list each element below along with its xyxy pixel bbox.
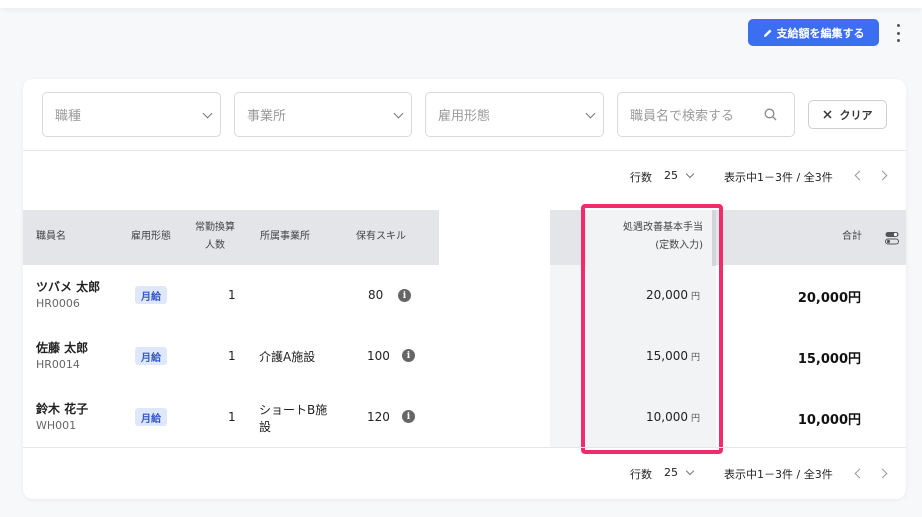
- skills-value: 80: [368, 288, 384, 302]
- header-fte: 常勤換算 人数: [195, 219, 235, 255]
- chevron-down-icon: [685, 169, 695, 179]
- header-employment-type: 雇用形態: [131, 231, 171, 242]
- total-amount: 20,000円: [797, 291, 861, 306]
- header-name: 職員名: [36, 231, 66, 242]
- fte-value: 1: [228, 349, 236, 363]
- divider: [23, 447, 906, 448]
- search-input[interactable]: 職員名で検索する: [617, 92, 795, 137]
- info-icon[interactable]: i: [398, 289, 411, 302]
- rows-value: 25: [664, 466, 678, 479]
- staff-name: 鈴木 花子: [36, 402, 89, 416]
- rows-per-page-select[interactable]: 25: [664, 169, 695, 182]
- column-settings-icon[interactable]: [885, 231, 899, 245]
- office-name-line2: 設: [259, 420, 272, 434]
- office-name-line1: ショートB施: [259, 403, 328, 417]
- search-placeholder: 職員名で検索する: [630, 109, 735, 124]
- edit-amount-label: 支給額を編集する: [776, 27, 865, 40]
- staff-code: HR0006: [36, 297, 80, 310]
- clear-label: クリア: [839, 108, 873, 122]
- office-name: 介護A施設: [259, 350, 316, 364]
- staff-table-card: 職種 事業所 雇用形態 職員名で検索する クリア 行数 25 表示中1－3件 /…: [23, 79, 906, 499]
- chevron-right-icon[interactable]: [877, 170, 888, 181]
- header-fte-line1: 常勤換算: [195, 222, 235, 233]
- highlight-frame: [581, 204, 723, 454]
- total-amount: 10,000円: [797, 413, 861, 428]
- clear-button[interactable]: クリア: [808, 100, 887, 129]
- employment-badge: 月給: [135, 286, 167, 304]
- office-select[interactable]: 事業所: [234, 92, 412, 137]
- fte-value: 1: [228, 410, 236, 424]
- staff-name: 佐藤 太郎: [36, 341, 89, 355]
- employment-badge: 月給: [135, 408, 167, 426]
- header-office: 所属事業所: [260, 231, 310, 242]
- chevron-down-icon: [393, 108, 404, 119]
- search-icon: [764, 108, 777, 121]
- skills-value: 120: [367, 410, 390, 424]
- top-bar: [0, 0, 922, 8]
- header-skills: 保有スキル: [356, 231, 406, 242]
- employment-type-select[interactable]: 雇用形態: [425, 92, 604, 137]
- range-text: 表示中1－3件 / 全3件: [724, 171, 833, 184]
- job-type-select[interactable]: 職種: [42, 92, 221, 137]
- chevron-down-icon: [685, 466, 695, 476]
- employment-badge: 月給: [135, 347, 167, 365]
- office-placeholder: 事業所: [247, 109, 287, 124]
- total-amount: 15,000円: [797, 352, 861, 367]
- kebab-menu-icon[interactable]: [893, 24, 903, 42]
- job-type-placeholder: 職種: [55, 109, 82, 124]
- rows-per-page-select[interactable]: 25: [664, 466, 695, 479]
- rows-label: 行数: [630, 171, 652, 184]
- header-fte-line2: 人数: [205, 240, 225, 251]
- skills-value: 100: [367, 349, 390, 363]
- staff-name: ツバメ 太郎: [36, 280, 101, 294]
- chevron-right-icon[interactable]: [877, 468, 888, 479]
- divider: [23, 150, 906, 151]
- rows-label: 行数: [630, 468, 652, 481]
- pencil-icon: [763, 29, 771, 37]
- edit-amount-button[interactable]: 支給額を編集する: [748, 19, 879, 46]
- rows-value: 25: [664, 169, 678, 182]
- staff-code: WH001: [36, 419, 77, 432]
- fte-value: 1: [228, 288, 236, 302]
- chevron-left-icon[interactable]: [854, 170, 865, 181]
- info-icon[interactable]: i: [402, 410, 415, 423]
- header-total: 合計: [842, 231, 862, 242]
- range-text: 表示中1－3件 / 全3件: [724, 468, 833, 481]
- close-icon: [822, 110, 832, 119]
- employment-type-placeholder: 雇用形態: [438, 109, 491, 124]
- chevron-down-icon: [202, 108, 213, 119]
- chevron-left-icon[interactable]: [854, 468, 865, 479]
- chevron-down-icon: [585, 108, 596, 119]
- staff-code: HR0014: [36, 358, 80, 371]
- info-icon[interactable]: i: [402, 349, 415, 362]
